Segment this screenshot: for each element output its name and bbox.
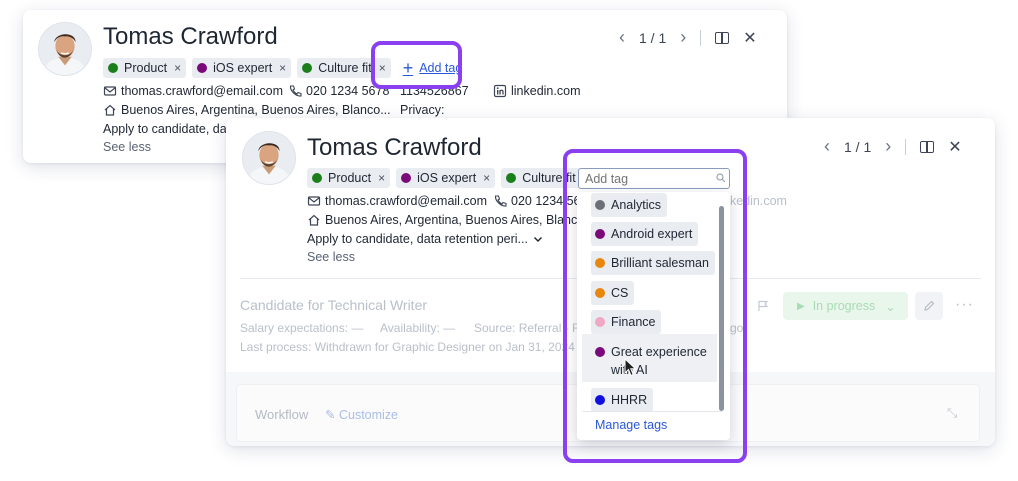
candidate-name: Tomas Crawford: [103, 23, 278, 50]
tag-color-dot: [197, 63, 208, 73]
card-nav: ‹ 1 / 1 › ✕: [619, 27, 757, 48]
phone-icon: [494, 195, 507, 207]
linkedin-row: linkedin.com: [493, 84, 580, 98]
tag-list: Product × iOS expert × Culture fit: [307, 168, 581, 188]
nav-divider: [905, 138, 907, 155]
chevron-left-icon[interactable]: ‹: [619, 27, 625, 48]
status-dropdown[interactable]: ▶ In progress ⌄: [783, 292, 908, 320]
tag-chip: iOS expert ×: [192, 58, 292, 78]
tag-label: Product: [124, 61, 168, 75]
pencil-icon: [924, 300, 935, 311]
mail-icon: [103, 86, 117, 96]
tag-color-dot: [401, 173, 412, 183]
apply-text: Apply to candidate, data: [103, 122, 238, 136]
salary-text: Salary expectations: —: [240, 321, 364, 335]
workflow-title: Workflow: [255, 407, 309, 422]
pagination-text: 1 / 1: [844, 138, 872, 155]
tag-color-dot: [108, 63, 118, 73]
email-row: thomas.crawford@email.com: [103, 84, 283, 98]
candidate-name: Tomas Crawford: [307, 134, 482, 161]
tag-color-dot: [312, 173, 322, 183]
remove-tag-icon[interactable]: ×: [378, 171, 385, 185]
see-less-link[interactable]: See less: [307, 250, 355, 264]
tag-label: Product: [328, 171, 372, 185]
close-icon[interactable]: ✕: [743, 28, 756, 48]
last-process: Last process: Withdrawn for Graphic Desi…: [240, 340, 575, 354]
nav-divider: [700, 29, 702, 46]
tag-chip: Product ×: [307, 168, 391, 188]
chevron-left-icon[interactable]: ‹: [824, 136, 830, 157]
avatar: [38, 22, 92, 76]
status-label: In progress: [812, 299, 876, 313]
chevron-down-icon: [533, 237, 542, 242]
apply-row[interactable]: Apply to candidate, data retention peri.…: [307, 232, 549, 246]
pagination-text: 1 / 1: [639, 29, 667, 46]
job-title-text: Candidate for Technical Writer: [240, 297, 428, 313]
availability-field: Availability: —: [380, 321, 455, 335]
card-nav: ‹ 1 / 1 › ✕: [824, 136, 962, 157]
more-icon[interactable]: ···: [955, 296, 974, 314]
location-row: Buenos Aires, Argentina, Buenos Aires, B…: [103, 103, 391, 117]
flag-icon[interactable]: [756, 299, 770, 313]
customize-button[interactable]: ✎ Customize: [325, 407, 398, 422]
chevron-right-icon[interactable]: ›: [680, 27, 686, 48]
last-process-text: Last process: Withdrawn for Graphic Desi…: [240, 340, 575, 354]
side-panel-icon[interactable]: [920, 140, 935, 153]
chevron-down-icon: ⌄: [885, 299, 896, 314]
linkedin-link[interactable]: linkedin.com: [511, 84, 580, 98]
availability-text: Availability: —: [380, 321, 456, 335]
tag-chip: iOS expert ×: [396, 168, 496, 188]
tag-label: iOS expert: [213, 61, 273, 75]
linkedin-icon: [493, 84, 507, 98]
tag-label: Culture fit: [318, 61, 372, 75]
remove-tag-icon[interactable]: ×: [483, 171, 490, 185]
dropdown-highlight: [563, 149, 747, 463]
location-text: Buenos Aires, Argentina, Buenos Aires, B…: [325, 213, 595, 227]
avatar: [242, 131, 296, 185]
privacy-text: Privacy:: [400, 103, 445, 117]
close-icon[interactable]: ✕: [948, 137, 961, 157]
pencil-icon: ✎: [325, 408, 336, 422]
home-icon: [308, 214, 320, 226]
phone-icon: [289, 85, 302, 97]
collapse-icon[interactable]: ⤡: [947, 405, 957, 421]
apply-text: Apply to candidate, data retention peri.…: [307, 232, 528, 246]
job-title[interactable]: Candidate for Technical Writer: [240, 297, 427, 313]
location-row: Buenos Aires, Argentina, Buenos Aires, B…: [307, 213, 595, 227]
tag-chip: Product ×: [103, 58, 187, 78]
home-icon: [104, 104, 116, 116]
side-panel-icon[interactable]: [715, 31, 730, 44]
apply-row: Apply to candidate, data: [103, 122, 237, 136]
email-row: thomas.crawford@email.com: [307, 194, 487, 208]
chevron-right-icon[interactable]: ›: [885, 136, 891, 157]
see-less-link[interactable]: See less: [103, 140, 151, 154]
tag-color-dot: [506, 173, 517, 183]
edit-button[interactable]: [915, 292, 943, 320]
privacy-label: Privacy:: [400, 103, 444, 117]
play-icon: ▶: [797, 300, 805, 312]
email-link[interactable]: thomas.crawford@email.com: [325, 194, 487, 208]
tag-color-dot: [302, 63, 313, 73]
email-link[interactable]: thomas.crawford@email.com: [121, 84, 283, 98]
location-text: Buenos Aires, Argentina, Buenos Aires, B…: [121, 103, 391, 117]
mail-icon: [307, 196, 321, 206]
remove-tag-icon[interactable]: ×: [279, 61, 286, 75]
remove-tag-icon[interactable]: ×: [174, 61, 181, 75]
salary-field: Salary expectations: —: [240, 321, 363, 335]
tag-label: iOS expert: [417, 171, 477, 185]
add-tag-highlight: [371, 41, 462, 89]
customize-label: Customize: [338, 408, 399, 422]
